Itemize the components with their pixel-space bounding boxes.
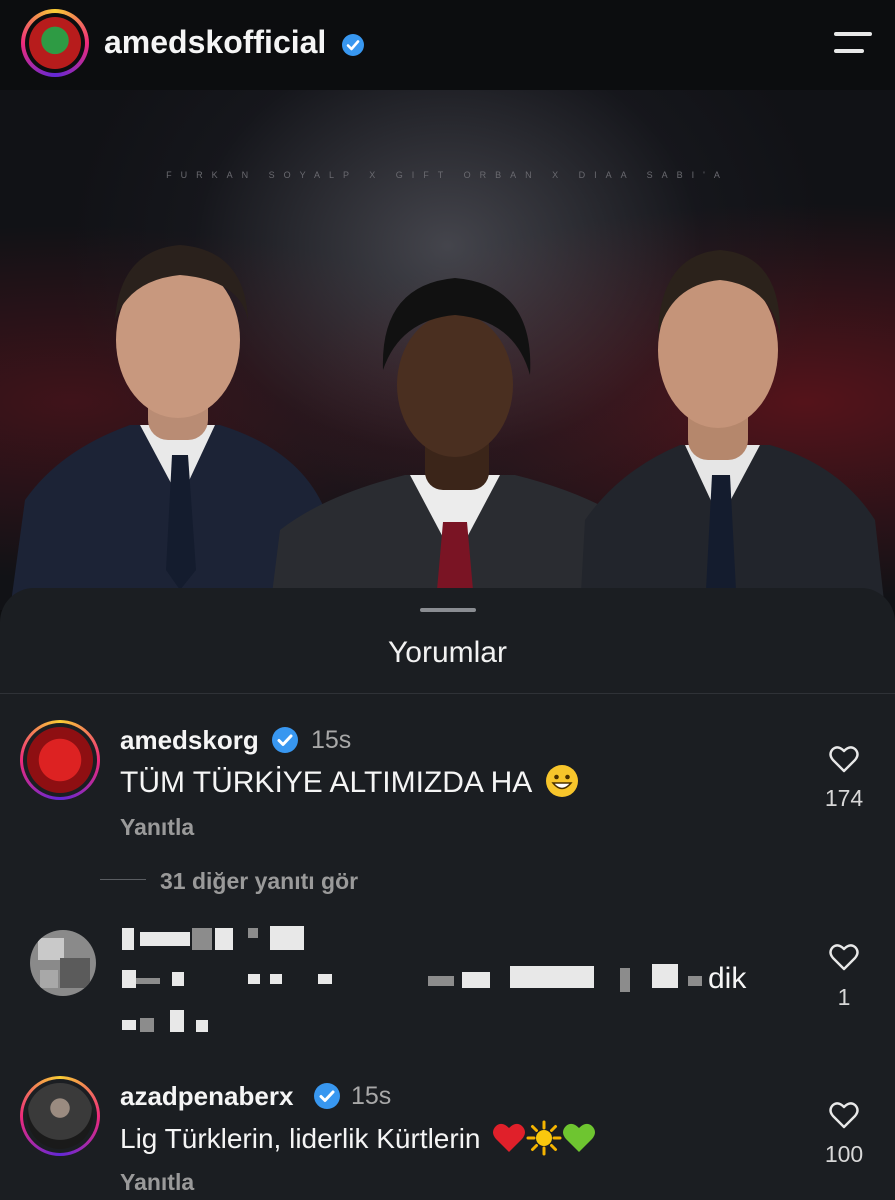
comments-title: Yorumlar: [388, 636, 507, 669]
replies-line: [100, 879, 146, 880]
comment-timestamp: 15s: [311, 726, 352, 754]
divider: [0, 693, 895, 694]
view-replies-button[interactable]: 31 diğer yanıtı gör: [160, 868, 358, 895]
like-count: 100: [824, 1141, 864, 1167]
verified-badge-icon: [314, 1083, 340, 1109]
profile-avatar[interactable]: [21, 9, 89, 77]
grinning-face-emoji: [545, 765, 578, 798]
menu-icon[interactable]: [834, 30, 874, 56]
like-count: 174: [824, 785, 864, 811]
sun-emoji: [526, 1120, 562, 1156]
club-logo: [29, 17, 81, 69]
heart-icon[interactable]: [829, 1101, 859, 1129]
verified-badge-icon: [342, 34, 364, 56]
verified-badge-icon: [272, 727, 298, 753]
comment-text: TÜM TÜRKİYE ALTIMIZDA HA: [120, 765, 579, 800]
comment-username[interactable]: amedskorg: [120, 725, 259, 756]
comment-avatar[interactable]: [20, 1076, 100, 1156]
profile-username[interactable]: amedskofficial: [104, 24, 326, 61]
comment-text-fragment: dik: [708, 962, 747, 995]
reply-button[interactable]: Yanıtla: [120, 814, 194, 841]
heart-icon[interactable]: [829, 943, 859, 971]
comment-avatar[interactable]: [30, 930, 96, 996]
comment-avatar[interactable]: [20, 720, 100, 800]
comment-text-content: Lig Türklerin, liderlik Kürtlerin: [120, 1123, 481, 1154]
sheet-drag-handle[interactable]: [420, 608, 476, 612]
red-heart-emoji: [493, 1123, 526, 1152]
green-heart-emoji: [563, 1123, 596, 1152]
like-count: 1: [837, 984, 851, 1010]
comment-text-content: TÜM TÜRKİYE ALTIMIZDA HA: [120, 766, 531, 799]
post-credits: FURKAN SOYALP X GIFT ORBAN X DIAA SABI'A: [166, 170, 729, 180]
comments-sheet: Yorumlar amedskorg 15s TÜM TÜRKİYE ALTIM…: [0, 588, 895, 1200]
reply-button[interactable]: Yanıtla: [120, 1169, 194, 1196]
person-right: [580, 250, 885, 610]
post-image[interactable]: FURKAN SOYALP X GIFT ORBAN X DIAA SABI'A: [0, 90, 895, 610]
comment-timestamp: 15s: [351, 1082, 392, 1110]
comment-text: Lig Türklerin, liderlik Kürtlerin: [120, 1120, 596, 1156]
comment-username[interactable]: azadpenaberx: [120, 1081, 293, 1112]
heart-icon[interactable]: [829, 745, 859, 773]
profile-header: amedskofficial: [0, 0, 895, 90]
